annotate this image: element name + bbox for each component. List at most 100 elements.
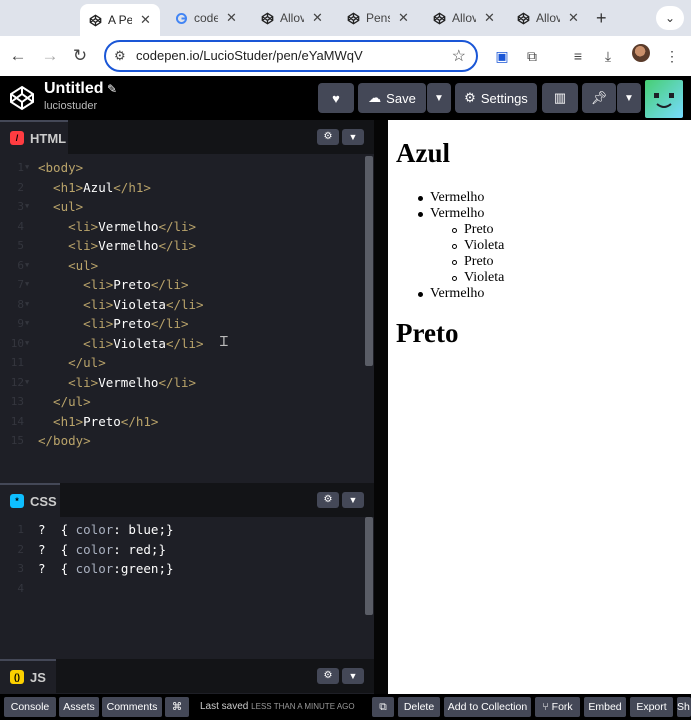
line-number: 15: [10, 434, 24, 447]
code-token: ;}: [158, 561, 174, 576]
pencil-edit-icon[interactable]: ✎: [107, 82, 117, 96]
fold-arrow-icon[interactable]: ▼: [25, 256, 29, 275]
tab-search-chevron-icon[interactable]: ⌄: [656, 6, 684, 30]
browser-tab[interactable]: code ✕: [166, 6, 246, 30]
code-text: <li>Violeta</li>: [38, 334, 204, 353]
browser-tab[interactable]: A Pe ✕: [80, 4, 160, 36]
pin-button[interactable]: 📌︎: [582, 83, 616, 113]
tab-js[interactable]: () JS: [0, 659, 56, 693]
address-bar[interactable]: ⚙ codepen.io/LucioStuder/pen/eYaMWqV ☆: [104, 40, 478, 72]
comments-button[interactable]: Comments: [102, 697, 162, 717]
tab-label: Allov: [280, 11, 304, 25]
new-tab-icon[interactable]: +: [596, 8, 607, 29]
browser-tab[interactable]: Pens ✕: [338, 6, 418, 30]
user-avatar[interactable]: [645, 80, 683, 118]
change-view-button[interactable]: ▥: [542, 83, 578, 113]
open-external-button[interactable]: ⧉: [372, 697, 394, 717]
assets-button[interactable]: Assets: [59, 697, 99, 717]
tab-css[interactable]: * CSS: [0, 483, 60, 517]
code-token: Vermelho: [98, 218, 159, 234]
gear-icon[interactable]: ⚙: [317, 668, 339, 684]
editor-resize-handle[interactable]: [374, 120, 388, 694]
pen-author[interactable]: luciostuder: [44, 100, 97, 112]
save-label: Save: [386, 90, 416, 106]
codepen-logo-icon[interactable]: [8, 84, 36, 112]
save-button[interactable]: ☁ Save: [358, 83, 426, 113]
css-scrollbar[interactable]: [365, 517, 373, 615]
code-token: <ul>: [38, 199, 84, 214]
fold-arrow-icon[interactable]: ▼: [25, 373, 29, 392]
codepen-header: Untitled ✎ luciostuder ♥ ☁ Save ▼ ⚙ Sett…: [0, 76, 691, 120]
browser-tab[interactable]: Allov ✕: [252, 6, 332, 30]
line-number: 12: [10, 375, 24, 389]
code-token: </li>: [165, 335, 204, 351]
fold-arrow-icon[interactable]: ▼: [25, 197, 29, 216]
chevron-down-icon[interactable]: ▼: [342, 668, 364, 684]
fold-arrow-icon[interactable]: ▼: [25, 295, 29, 314]
embed-button[interactable]: Embed: [584, 697, 626, 717]
back-arrow-icon[interactable]: ←: [6, 44, 30, 68]
settings-button[interactable]: ⚙ Settings: [455, 83, 537, 113]
code-token: </h1>: [113, 179, 151, 195]
pin-icon: 📌︎: [590, 90, 608, 105]
close-tab-icon[interactable]: ✕: [398, 10, 409, 26]
code-token: color: [75, 541, 114, 557]
list-bullet: [452, 260, 457, 265]
line-number: 2: [17, 180, 24, 194]
code-token: </li>: [158, 218, 197, 234]
close-tab-icon[interactable]: ✕: [484, 10, 495, 26]
chevron-down-icon[interactable]: ▼: [342, 492, 364, 508]
pin-options-button[interactable]: ▼: [617, 83, 641, 113]
close-tab-icon[interactable]: ✕: [312, 10, 323, 26]
code-token: red: [128, 541, 151, 557]
bookmark-star-icon[interactable]: ☆: [452, 46, 466, 66]
more-menu-icon[interactable]: ⋮: [660, 44, 684, 68]
css-code-editor[interactable]: 1 ? { color: blue;} 2 ? { color: red;} 3 ? { …: [0, 520, 374, 655]
export-button[interactable]: Export: [630, 697, 673, 717]
forward-arrow-icon[interactable]: →: [38, 44, 62, 68]
keyboard-shortcuts-button[interactable]: ⌘: [165, 697, 189, 717]
close-tab-icon[interactable]: ✕: [568, 10, 579, 26]
extensions-puzzle-icon[interactable]: ⧉: [520, 44, 544, 68]
console-button[interactable]: Console: [4, 697, 56, 717]
close-tab-icon[interactable]: ✕: [226, 10, 237, 26]
profile-avatar[interactable]: [632, 44, 650, 62]
line-number: 3: [17, 200, 24, 213]
external-link-icon: ⧉: [379, 700, 387, 713]
browser-tab[interactable]: Allov ✕: [508, 6, 588, 30]
close-tab-icon[interactable]: ✕: [140, 12, 151, 28]
code-token: </ul>: [38, 355, 106, 370]
fold-arrow-icon[interactable]: ▼: [25, 334, 29, 353]
save-options-button[interactable]: ▼: [427, 83, 451, 113]
delete-button[interactable]: Delete: [398, 697, 440, 717]
code-text: ? { color: red;}: [38, 540, 166, 559]
gear-icon[interactable]: ⚙: [317, 129, 339, 145]
text-cursor-icon: Ɪ: [220, 334, 228, 350]
code-text: </ul>: [38, 353, 106, 372]
share-button[interactable]: Sh: [677, 697, 691, 717]
code-token: Vermelho: [98, 238, 159, 253]
site-settings-icon[interactable]: ⚙: [114, 48, 126, 64]
code-token: </ul>: [38, 394, 91, 409]
preview-list-item: Violeta: [464, 238, 505, 253]
js-badge-icon: (): [10, 670, 24, 684]
fold-arrow-icon[interactable]: ▼: [25, 158, 29, 177]
gear-icon[interactable]: ⚙: [317, 492, 339, 508]
tab-html[interactable]: / HTML: [0, 120, 68, 154]
fold-arrow-icon[interactable]: ▼: [25, 275, 29, 294]
html-scrollbar[interactable]: [365, 156, 373, 366]
chevron-down-icon[interactable]: ▼: [342, 129, 364, 145]
media-queue-icon[interactable]: ≡: [566, 44, 590, 68]
pen-title[interactable]: Untitled: [44, 80, 104, 98]
download-icon[interactable]: ⤓: [596, 44, 620, 68]
list-bullet: [452, 244, 457, 249]
css-pane-label: CSS: [30, 493, 57, 509]
html-code-editor[interactable]: 1 ▼ <body> 2 <h1>Azul</h1> 3 ▼ <ul> 4 <li>Verm…: [0, 158, 374, 478]
fork-button[interactable]: ⑂ Fork: [535, 697, 580, 717]
fold-arrow-icon[interactable]: ▼: [25, 314, 29, 333]
reload-icon[interactable]: ↻: [68, 44, 92, 68]
browser-tab[interactable]: Allov ✕: [424, 6, 504, 30]
add-to-collection-button[interactable]: Add to Collection: [444, 697, 531, 717]
heart-button[interactable]: ♥: [318, 83, 354, 113]
cast-icon[interactable]: ▣: [490, 44, 514, 68]
